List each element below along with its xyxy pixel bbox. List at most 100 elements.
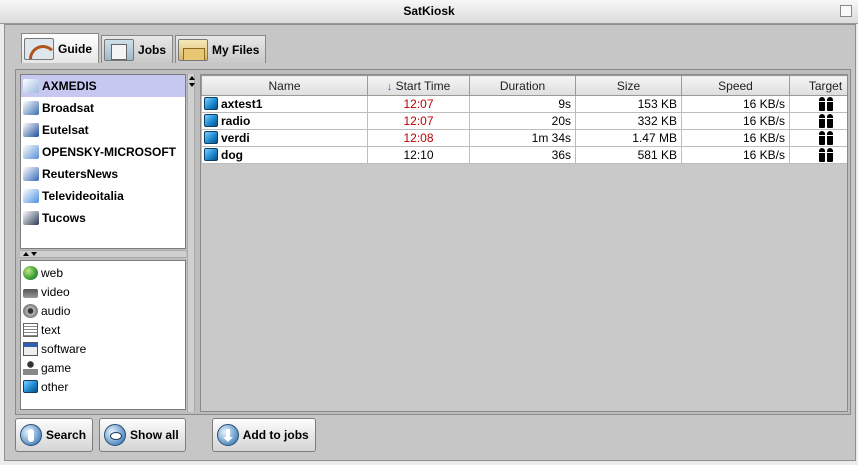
axmedis-logo [23,79,39,93]
window-title: SatKiosk [403,4,455,18]
files-table: Name ↓ Start Time Duration Size Speed Ta… [201,75,847,164]
group-target-icon [818,96,834,111]
sort-descending-icon: ↓ [386,80,393,93]
table-row[interactable]: axtest1 12:07 9s 153 KB 16 KB/s [201,95,847,113]
file-cube-icon [204,148,218,161]
software-icon [23,341,38,356]
collapse-up-icon[interactable] [23,252,29,256]
file-cube-icon [204,114,218,127]
channel-label: Broadsat [42,101,95,115]
window-zoom-button[interactable] [840,5,852,17]
televideoitalia-logo [23,189,39,203]
text-document-icon [23,322,38,337]
category-label: audio [41,303,71,318]
collapse-right-icon[interactable] [189,83,195,87]
category-item-software[interactable]: software [21,339,185,358]
table-row[interactable]: dog 12:10 36s 581 KB 16 KB/s [201,146,847,164]
add-to-jobs-button[interactable]: Add to jobs [211,418,316,452]
category-item-video[interactable]: video [21,282,185,301]
size-cell: 581 KB [575,146,682,164]
file-name: dog [221,148,243,162]
tab-my-files[interactable]: My Files [175,35,267,63]
category-label: web [41,265,64,280]
category-item-other[interactable]: other [21,377,185,396]
channel-item-eutelsat[interactable]: Eutelsat [21,119,185,141]
channel-item-reutersnews[interactable]: ReutersNews [21,163,185,185]
eutelsat-logo [23,123,39,137]
channel-item-tucows[interactable]: Tucows [21,207,185,229]
globe-icon [23,265,38,280]
column-header-speed[interactable]: Speed [681,75,790,96]
horizontal-splitter[interactable] [20,250,186,258]
channel-list: AXMEDIS Broadsat Eutelsat OPENSKY-MICROS… [20,74,186,249]
duration-cell: 1m 34s [469,129,576,147]
duration-cell: 36s [469,146,576,164]
reuters-logo [23,167,39,181]
category-label: software [41,341,87,356]
category-item-web[interactable]: web [21,263,185,282]
group-target-icon [818,130,834,145]
category-item-game[interactable]: game [21,358,185,377]
guide-icon [24,37,54,60]
guide-panel: AXMEDIS Broadsat Eutelsat OPENSKY-MICROS… [15,69,851,415]
channel-item-axmedis[interactable]: AXMEDIS [21,75,185,97]
category-label: game [41,360,72,375]
files-table-container: Name ↓ Start Time Duration Size Speed Ta… [200,74,848,412]
group-target-icon [818,113,834,128]
size-cell: 332 KB [575,112,682,130]
show-all-button-label: Show all [130,428,179,442]
file-cube-icon [204,131,218,144]
file-name: radio [221,114,251,128]
search-button[interactable]: Search [15,418,94,452]
download-icon [216,424,239,446]
start-time-cell: 12:07 [367,112,470,130]
speed-cell: 16 KB/s [681,95,790,113]
column-header-target[interactable]: Target [789,75,847,96]
speed-cell: 16 KB/s [681,129,790,147]
tab-jobs[interactable]: Jobs [101,35,174,63]
column-header-start-time[interactable]: ↓ Start Time [367,75,470,96]
channel-label: OPENSKY-MICROSOFT [42,145,177,159]
speed-cell: 16 KB/s [681,112,790,130]
file-name: verdi [221,131,250,145]
channel-item-broadsat[interactable]: Broadsat [21,97,185,119]
channel-label: AXMEDIS [42,79,97,93]
category-item-text[interactable]: text [21,320,185,339]
channel-label: Televideoitalia [42,189,124,203]
main-frame: Guide Jobs My Files AXMEDIS Broadsat Eut… [4,24,856,461]
channel-item-opensky-microsoft[interactable]: OPENSKY-MICROSOFT [21,141,185,163]
file-name: axtest1 [221,97,263,111]
collapse-down-icon[interactable] [31,252,37,256]
channel-label: Tucows [42,211,86,225]
category-item-audio[interactable]: audio [21,301,185,320]
channel-item-televideoitalia[interactable]: Televideoitalia [21,185,185,207]
channel-label: ReutersNews [42,167,119,181]
duration-cell: 9s [469,95,576,113]
my-files-icon [178,38,209,61]
column-header-size[interactable]: Size [575,75,682,96]
eye-icon [104,424,127,446]
size-cell: 153 KB [575,95,682,113]
table-row[interactable]: verdi 12:08 1m 34s 1.47 MB 16 KB/s [201,129,847,147]
collapse-left-icon[interactable] [189,76,195,80]
column-header-name[interactable]: Name [201,75,368,96]
start-time-cell: 12:10 [367,146,470,164]
vertical-splitter[interactable] [187,74,195,412]
channel-label: Eutelsat [42,123,89,137]
tab-jobs-label: Jobs [138,42,167,57]
column-header-duration[interactable]: Duration [469,75,576,96]
search-button-label: Search [46,428,87,442]
tab-guide[interactable]: Guide [21,33,100,63]
show-all-button[interactable]: Show all [99,418,186,452]
table-row[interactable]: radio 12:07 20s 332 KB 16 KB/s [201,112,847,130]
start-time-cell: 12:08 [367,129,470,147]
add-to-jobs-button-label: Add to jobs [242,428,309,442]
button-spacer [192,418,206,452]
category-label: text [41,322,61,337]
opensky-logo [23,145,39,159]
duration-cell: 20s [469,112,576,130]
file-cube-icon [204,97,218,110]
left-pane: AXMEDIS Broadsat Eutelsat OPENSKY-MICROS… [20,74,196,412]
video-camera-icon [23,288,38,298]
jobs-icon [104,38,135,61]
